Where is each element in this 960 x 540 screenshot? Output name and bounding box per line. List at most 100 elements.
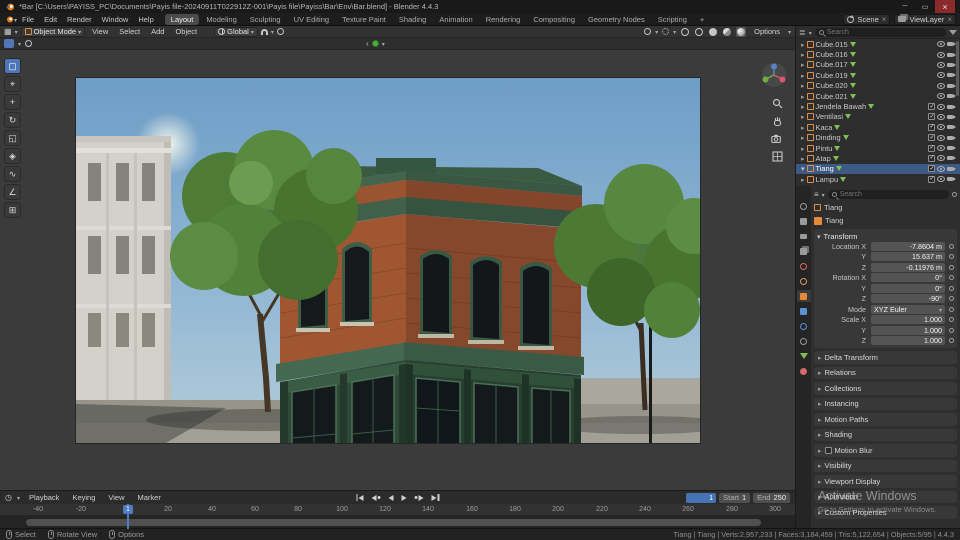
location-x-field[interactable]: -7.8604 m [871,241,945,251]
prev-keyframe-button[interactable] [371,494,382,502]
expand-icon[interactable] [801,123,805,132]
add-cube-tool[interactable] [4,202,21,218]
shading-wireframe-icon[interactable] [694,27,704,37]
outliner-row[interactable]: Pintu [796,143,960,153]
exclude-checkbox[interactable] [928,165,935,173]
tab-shading[interactable]: Shading [393,14,433,25]
properties-search-input[interactable]: Search [827,190,949,199]
transform-panel-header[interactable]: Transform [817,231,954,241]
tab-uv-editing[interactable]: UV Editing [288,14,335,25]
expand-icon[interactable] [801,175,805,184]
pan-hand-icon[interactable] [772,116,783,127]
measure-tool[interactable] [4,184,21,200]
eye-icon[interactable] [937,41,945,48]
menu-window[interactable]: Window [97,15,134,24]
menu-file[interactable]: File [17,15,39,24]
viewlayer-selector[interactable]: ViewLayer [894,13,956,25]
eye-icon[interactable] [937,72,945,79]
camera-icon[interactable] [947,72,956,78]
tab-animation[interactable]: Animation [433,14,478,25]
eye-icon[interactable] [937,82,945,89]
animate-dot-icon[interactable] [949,275,954,281]
expand-icon[interactable] [801,60,805,69]
blender-menu-icon[interactable] [4,14,14,24]
viewport-canvas[interactable] [0,50,795,490]
camera-icon[interactable] [947,62,956,68]
transform-tool[interactable] [4,148,21,164]
panel-collections[interactable]: Collections [814,382,957,395]
viewlayer-unlink-icon[interactable] [947,15,952,24]
tab-scene[interactable] [797,260,811,272]
proportional-editing-icon[interactable] [276,28,284,35]
eye-icon[interactable] [937,155,945,162]
mode-dropdown[interactable]: Object Mode [20,26,86,37]
shading-solid-icon[interactable] [708,27,718,37]
expand-icon[interactable] [801,144,805,153]
collapse-arrow-icon[interactable] [366,39,369,48]
shading-material-icon[interactable] [722,27,732,37]
collapse-icon[interactable] [801,164,805,173]
menu-marker[interactable]: Marker [134,493,165,502]
camera-icon[interactable] [947,114,956,120]
scene-unlink-icon[interactable] [882,15,887,24]
tab-material[interactable] [797,365,811,377]
camera-icon[interactable] [947,135,956,141]
start-frame-field[interactable]: Start 1 [719,492,751,503]
close-button[interactable] [935,0,955,13]
material-preview-swatch[interactable] [371,40,379,47]
panel-delta-transform[interactable]: Delta Transform [814,351,957,364]
location-z-field[interactable]: -0.11976 m [871,262,945,272]
filter-icon[interactable] [949,29,957,35]
rotation-mode-dropdown[interactable]: XYZ Euler [871,304,945,314]
tab-compositing[interactable]: Compositing [527,14,581,25]
eye-icon[interactable] [937,176,945,183]
panel-shading[interactable]: Shading [814,428,957,441]
exclude-checkbox[interactable] [928,154,935,162]
expand-icon[interactable] [801,81,805,90]
animate-dot-icon[interactable] [949,254,954,260]
end-frame-field[interactable]: End 250 [753,492,790,503]
outliner-row[interactable]: Ventilasi [796,112,960,122]
animate-dot-icon[interactable] [949,306,954,312]
menu-edit[interactable]: Edit [39,15,62,24]
expand-icon[interactable] [801,112,805,121]
tab-physics[interactable] [797,320,811,332]
animate-dot-icon[interactable] [949,338,954,344]
outliner-row[interactable]: Cube.020 [796,81,960,91]
play-button[interactable] [401,494,408,502]
exclude-checkbox[interactable] [928,103,935,111]
cursor-tool[interactable] [4,76,21,92]
motion-blur-checkbox[interactable] [824,446,832,454]
options-dropdown[interactable]: Options [750,27,784,36]
tab-output[interactable] [797,230,811,242]
tool-option-icon[interactable] [25,40,33,47]
navigation-gizmo[interactable] [761,62,787,90]
properties-editor-icon[interactable] [814,190,819,199]
tab-texture-paint[interactable]: Texture Paint [336,14,392,25]
jump-to-start-button[interactable] [355,493,365,502]
outliner-row[interactable]: Cube.016 [796,49,960,59]
panel-viewport-display[interactable]: Viewport Display [814,475,957,488]
expand-icon[interactable] [801,50,805,59]
overlays-toggle-icon[interactable] [662,28,670,35]
menu-object[interactable]: Object [171,27,201,36]
camera-icon[interactable] [947,52,956,58]
move-tool[interactable] [4,94,21,110]
camera-icon[interactable] [947,104,956,110]
camera-icon[interactable] [947,124,956,130]
scene-selector[interactable]: Scene [843,13,891,25]
tab-layout[interactable]: Layout [164,13,200,25]
outliner-editor-icon[interactable] [799,28,806,37]
tab-modifiers[interactable] [797,305,811,317]
outliner-row[interactable]: Cube.021 [796,91,960,101]
panel-relations[interactable]: Relations [814,366,957,379]
playhead-badge[interactable]: 1 [123,505,133,514]
rotation-x-field[interactable]: 0° [871,273,945,283]
jump-to-end-button[interactable] [431,493,441,502]
zoom-icon[interactable] [772,98,783,109]
expand-icon[interactable] [801,40,805,49]
expand-icon[interactable] [801,133,805,142]
xray-toggle-icon[interactable] [680,27,690,37]
rotate-tool[interactable] [4,112,21,128]
menu-select[interactable]: Select [115,27,144,36]
